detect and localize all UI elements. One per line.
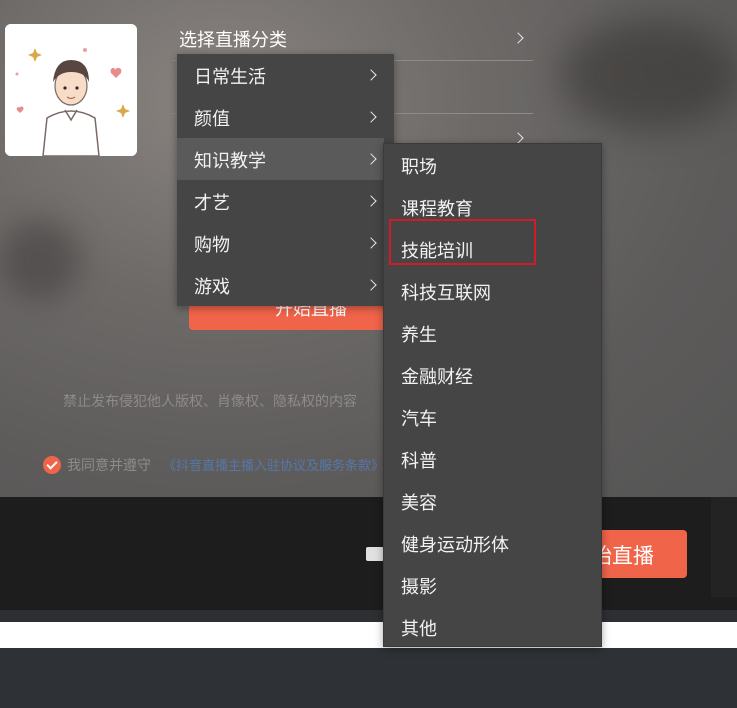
category-menu: 日常生活 颜值 知识教学 才艺 购物 游戏 <box>177 54 394 306</box>
side-panel <box>711 497 737 597</box>
submenu-item-label: 科技互联网 <box>401 283 491 304</box>
chevron-right-icon <box>365 195 377 207</box>
content-notice: 禁止发布侵犯他人版权、肖像权、隐私权的内容 <box>63 394 357 410</box>
background-blur <box>560 20 737 130</box>
submenu-item-label: 美容 <box>401 493 437 514</box>
cover-avatar[interactable] <box>5 24 137 156</box>
agreement-link[interactable]: 《抖音直播主播入驻协议及服务条款》 <box>163 455 383 474</box>
menu-item-label: 购物 <box>194 235 230 256</box>
submenu-item-fitness[interactable]: 健身运动形体 <box>384 522 601 564</box>
submenu-item-label: 科普 <box>401 451 437 472</box>
page-strip <box>0 622 737 648</box>
submenu-item-workplace[interactable]: 职场 <box>384 144 601 186</box>
menu-item-games[interactable]: 游戏 <box>177 264 394 306</box>
chevron-right-icon <box>365 153 377 165</box>
submenu-item-science[interactable]: 科普 <box>384 438 601 480</box>
submenu-item-health[interactable]: 养生 <box>384 312 601 354</box>
selection-highlight <box>389 219 536 265</box>
submenu-item-beauty[interactable]: 美容 <box>384 480 601 522</box>
chevron-right-icon <box>365 279 377 291</box>
menu-item-label: 知识教学 <box>194 151 266 172</box>
submenu-item-label: 课程教育 <box>401 199 473 220</box>
menu-item-label: 颜值 <box>194 109 230 130</box>
menu-item-label: 才艺 <box>194 193 230 214</box>
checkbox-icon[interactable] <box>366 547 384 561</box>
menu-item-label: 日常生活 <box>194 67 266 88</box>
menu-item-appearance[interactable]: 颜值 <box>177 96 394 138</box>
chevron-right-icon <box>365 111 377 123</box>
submenu-item-label: 摄影 <box>401 577 437 598</box>
submenu-item-cars[interactable]: 汽车 <box>384 396 601 438</box>
submenu-item-label: 职场 <box>401 157 437 178</box>
chevron-right-icon <box>365 69 377 81</box>
page-footer <box>0 648 737 708</box>
menu-item-talent[interactable]: 才艺 <box>177 180 394 222</box>
category-label[interactable]: 选择直播分类 <box>179 26 287 52</box>
submenu-item-tech-internet[interactable]: 科技互联网 <box>384 270 601 312</box>
submenu-item-label: 健身运动形体 <box>401 535 509 556</box>
agree-checkbox[interactable] <box>43 456 61 474</box>
submenu-item-label: 其他 <box>401 619 437 640</box>
background-blur <box>0 220 80 300</box>
menu-item-daily-life[interactable]: 日常生活 <box>177 54 394 96</box>
submenu-item-finance[interactable]: 金融财经 <box>384 354 601 396</box>
menu-item-knowledge[interactable]: 知识教学 <box>177 138 384 180</box>
submenu-item-label: 金融财经 <box>401 367 473 388</box>
submenu-item-photography[interactable]: 摄影 <box>384 564 601 606</box>
submenu-item-other[interactable]: 其他 <box>384 606 601 648</box>
submenu-item-label: 汽车 <box>401 409 437 430</box>
chevron-right-icon <box>365 237 377 249</box>
avatar-illustration <box>5 24 137 156</box>
agree-text: 我同意并遵守 <box>67 458 151 474</box>
submenu-item-label: 养生 <box>401 325 437 346</box>
menu-item-shopping[interactable]: 购物 <box>177 222 394 264</box>
menu-item-label: 游戏 <box>194 277 230 298</box>
